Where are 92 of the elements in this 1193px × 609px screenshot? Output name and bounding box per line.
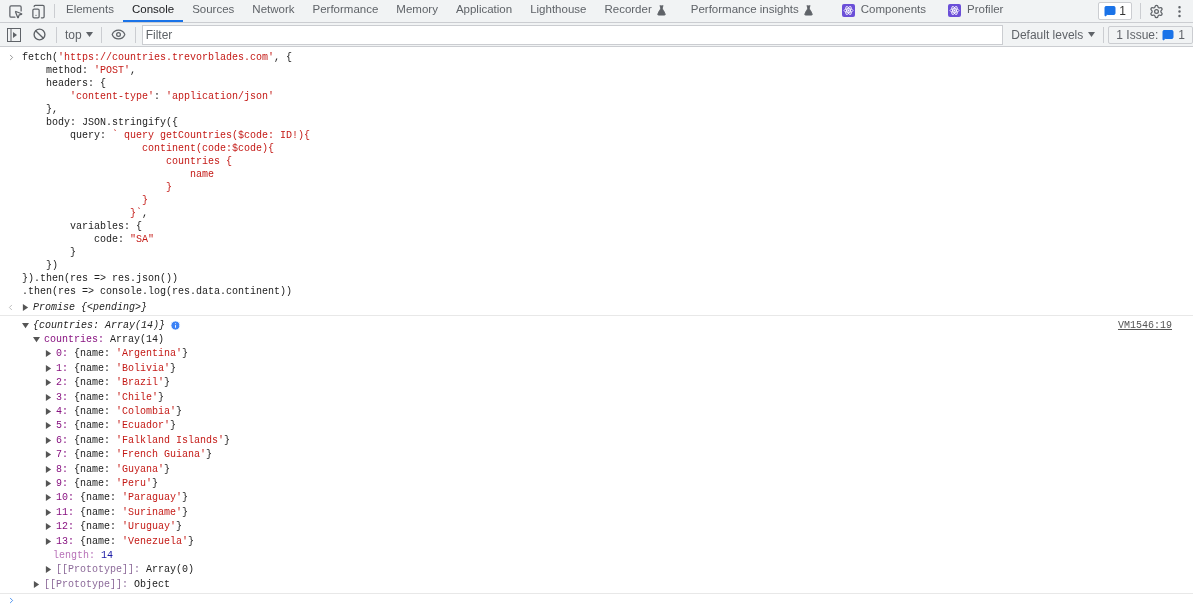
collapsed-triangle-icon[interactable]: [45, 364, 52, 372]
filter-field[interactable]: Filter: [141, 24, 1004, 45]
expanded-triangle-icon[interactable]: [33, 336, 40, 344]
property-text: 1: {name: 'Bolivia'}: [56, 361, 177, 375]
panel-tab[interactable]: Elements: [57, 0, 123, 22]
flask-icon: [802, 4, 814, 16]
property-text: [[Prototype]]: Array(0): [56, 563, 195, 577]
clear-console-icon[interactable]: [33, 28, 46, 41]
property-text: 4: {name: 'Colombia'}: [56, 405, 183, 419]
code-line: countries {: [165, 155, 233, 168]
caret-icon: [85, 32, 93, 37]
inspect-element-icon[interactable]: [8, 3, 23, 19]
property-text: 6: {name: 'Falkland Islands'}: [56, 433, 231, 447]
panel-tab[interactable]: Memory: [387, 0, 447, 22]
panel-tab[interactable]: Profiler: [939, 0, 1013, 22]
console-prompt-icon: [7, 595, 16, 605]
collapsed-triangle-icon[interactable]: [45, 379, 52, 387]
code-line: headers: {: [45, 77, 106, 90]
code-line: .then(res => console.log(res.data.continent)): [22, 285, 293, 298]
panel-tab[interactable]: Network: [243, 0, 304, 22]
property-text: 8: {name: 'Guyana'}: [56, 462, 171, 476]
atom-icon: [841, 3, 855, 17]
flask-icon: [655, 4, 667, 16]
collapsed-triangle-icon[interactable]: [45, 508, 52, 516]
panel-tab[interactable]: Sources: [183, 0, 244, 22]
collapsed-triangle-icon[interactable]: [45, 451, 52, 459]
collapsed-triangle-icon[interactable]: [33, 580, 40, 588]
context-dropdown[interactable]: top: [57, 25, 101, 44]
atom-icon: [948, 3, 961, 17]
eye-icon[interactable]: [110, 27, 126, 42]
sidebar-toggle-icon[interactable]: [7, 27, 21, 42]
collapsed-triangle-icon[interactable]: [45, 436, 52, 444]
code-line: }): [45, 259, 58, 272]
collapsed-triangle-icon[interactable]: [22, 304, 29, 311]
collapsed-triangle-icon[interactable]: [45, 393, 52, 401]
property-text: 0: {name: 'Argentina'}: [56, 347, 189, 361]
panel-tab[interactable]: Performance: [303, 0, 388, 22]
code-line: }: [69, 246, 76, 259]
property-text: countries: Array(14): [44, 333, 165, 347]
property-text: [[Prototype]]: Object: [44, 577, 171, 591]
property-text: 9: {name: 'Peru'}: [56, 477, 159, 490]
collapsed-triangle-icon[interactable]: [45, 537, 52, 545]
code-line: body: JSON.stringify({: [45, 116, 179, 129]
message-icon: [1162, 28, 1175, 41]
code-line: 'content-type': 'application/json': [69, 90, 275, 103]
source-link[interactable]: VM1546:19: [1118, 318, 1172, 332]
expanded-triangle-icon[interactable]: [22, 321, 29, 329]
device-toolbar-icon[interactable]: [31, 3, 46, 19]
info-icon: [170, 319, 182, 331]
panel-tab[interactable]: Application: [446, 0, 522, 22]
property-text: 13: {name: 'Venezuela'}: [56, 534, 195, 548]
code-line: },: [45, 103, 58, 116]
panel-tab[interactable]: Lighthouse: [521, 0, 596, 22]
issues-badge[interactable]: 1: [1098, 2, 1132, 20]
property-text: 3: {name: 'Chile'}: [56, 390, 165, 404]
code-line: }).then(res => res.json()): [22, 272, 179, 285]
settings-icon[interactable]: [1149, 3, 1164, 19]
code-line: }`,: [129, 207, 149, 220]
object-summary: {countries: Array(14)}: [33, 318, 166, 332]
property-text: 10: {name: 'Paraguay'}: [56, 491, 189, 505]
issues-button[interactable]: 1 Issue: 1: [1108, 25, 1193, 44]
property-text: 5: {name: 'Ecuador'}: [56, 419, 177, 433]
code-line: query: ` query getCountries($code: ID!){: [69, 129, 311, 142]
message-icon: [1104, 5, 1117, 17]
property-text: 12: {name: 'Uruguay'}: [56, 520, 183, 534]
code-line: }: [141, 194, 149, 207]
collapsed-triangle-icon[interactable]: [45, 494, 52, 502]
collapsed-triangle-icon[interactable]: [45, 465, 52, 473]
input-prompt-icon: [7, 53, 16, 62]
collapsed-triangle-icon[interactable]: [45, 480, 52, 487]
collapsed-triangle-icon[interactable]: [45, 523, 52, 531]
collapsed-triangle-icon[interactable]: [45, 422, 52, 430]
property-text: 11: {name: 'Suriname'}: [56, 505, 189, 519]
code-line: continent(code:$code){: [141, 142, 275, 155]
promise-result: Promise {<pending>}: [33, 301, 148, 314]
panel-tab[interactable]: Performance insights: [681, 0, 823, 22]
code-line: }: [165, 181, 173, 194]
code-line: variables: {: [69, 220, 143, 233]
log-levels-dropdown[interactable]: Default levels: [1003, 25, 1104, 44]
collapsed-triangle-icon[interactable]: [45, 350, 52, 358]
property-text: 7: {name: 'French Guiana'}: [56, 448, 213, 462]
caret-icon: [1088, 32, 1096, 37]
code-line: method: 'POST',: [45, 64, 137, 77]
code-line: code: "SA": [93, 233, 155, 246]
panel-tab[interactable]: Components: [832, 0, 935, 22]
panel-tab[interactable]: Recorder: [595, 0, 676, 22]
code-line: name: [189, 168, 215, 181]
property-text: length: 14: [53, 548, 114, 562]
collapsed-triangle-icon[interactable]: [45, 408, 52, 416]
code-line: fetch('https://countries.trevorblades.com', {: [22, 51, 293, 64]
collapsed-triangle-icon[interactable]: [45, 566, 52, 574]
property-text: 2: {name: 'Brazil'}: [56, 376, 171, 390]
